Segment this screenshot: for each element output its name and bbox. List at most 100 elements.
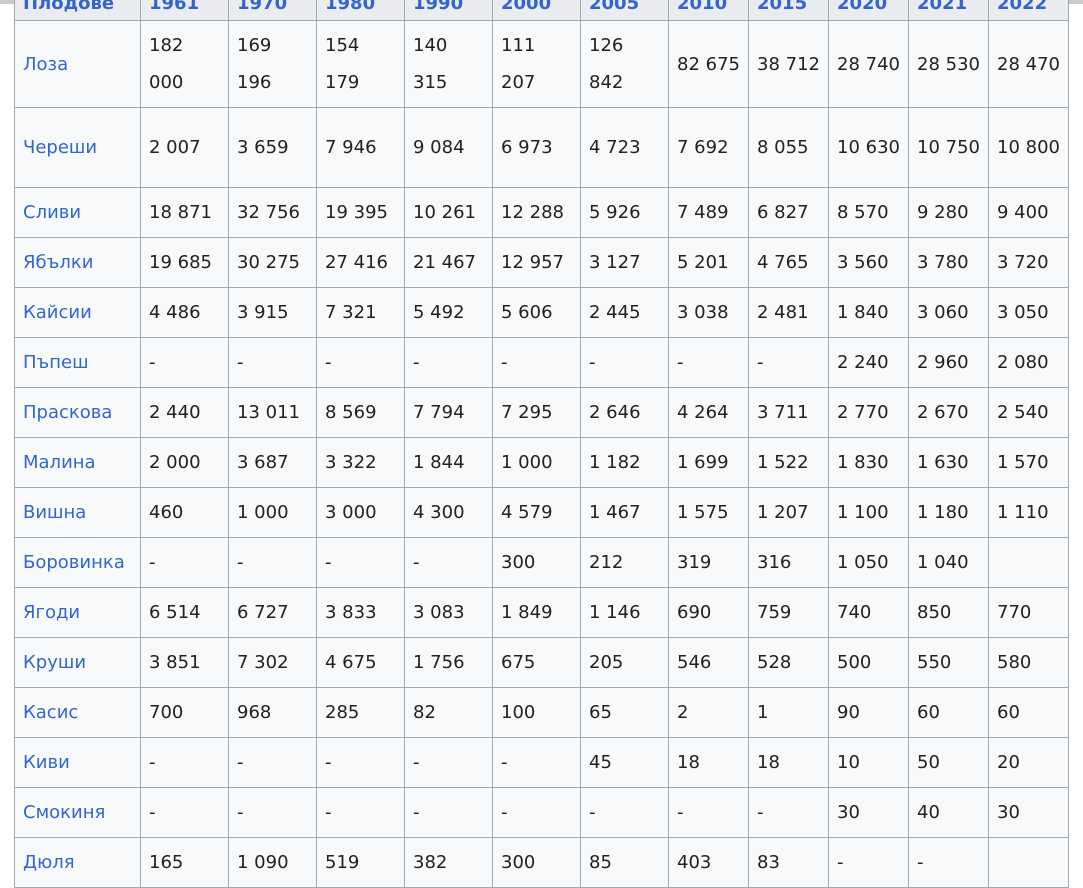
table-cell: 111 207: [492, 20, 581, 108]
table-cell: 3 127: [580, 237, 669, 288]
table-cell: 528: [748, 637, 829, 688]
table-cell: 3 322: [316, 437, 405, 488]
table-cell: -: [140, 537, 229, 588]
column-header-year[interactable]: 2020: [828, 0, 909, 21]
table-cell: 3 659: [228, 107, 317, 188]
table-cell: -: [580, 337, 669, 388]
fruit-link[interactable]: Кайсии: [14, 287, 141, 338]
table-row: Киви - - - - -45 18 18 10 50 20: [14, 737, 1069, 788]
table-cell: 12 288: [492, 187, 581, 238]
table-row: Круши 3 851 7 302 4 675 1 756 675 205 546 528 500…: [14, 637, 1069, 688]
table-cell: [988, 537, 1069, 588]
table-cell: 2 646: [580, 387, 669, 438]
table-cell: 550: [908, 637, 989, 688]
fruit-link[interactable]: Праскова: [14, 387, 141, 438]
table-cell: 20: [988, 737, 1069, 788]
table-cell: 3 851: [140, 637, 229, 688]
table-cell: 28 470: [988, 20, 1069, 108]
table-cell: 21 467: [404, 237, 493, 288]
table-cell: 205: [580, 637, 669, 688]
table-cell: -: [668, 787, 749, 838]
table-cell: 65: [580, 687, 669, 738]
table-cell: 182 000: [140, 20, 229, 108]
table-cell: -: [316, 537, 405, 588]
fruit-link[interactable]: Касис: [14, 687, 141, 738]
table-cell: 1 050: [828, 537, 909, 588]
table-cell: 45: [580, 737, 669, 788]
table-row: Пъпеш - - - - - - - -2 240 2 960 2 080: [14, 337, 1069, 388]
column-header-year[interactable]: 1961: [140, 0, 229, 21]
table-cell: 1 000: [492, 437, 581, 488]
fruit-link[interactable]: Смокиня: [14, 787, 141, 838]
table-cell: 50: [908, 737, 989, 788]
column-header-year[interactable]: 1990: [404, 0, 493, 21]
table-cell: 9 400: [988, 187, 1069, 238]
table-cell: 968: [228, 687, 317, 738]
table-cell: 18: [748, 737, 829, 788]
column-header-year[interactable]: 2022: [988, 0, 1069, 21]
table-cell: 1 522: [748, 437, 829, 488]
table-cell: 6 514: [140, 587, 229, 638]
table-cell: 4 300: [404, 487, 493, 538]
table-cell: -: [580, 787, 669, 838]
table-cell: 6 973: [492, 107, 581, 188]
fruit-link[interactable]: Киви: [14, 737, 141, 788]
fruit-link[interactable]: Ябълки: [14, 237, 141, 288]
fruit-link[interactable]: Череши: [14, 107, 141, 188]
fruit-link[interactable]: Ягоди: [14, 587, 141, 638]
fruit-link[interactable]: Сливи: [14, 187, 141, 238]
column-header-year[interactable]: 1970: [228, 0, 317, 21]
header-row: Плодове 1961 1970 1980 1990 2000 2005 20…: [14, 0, 1069, 21]
table-cell: 2 445: [580, 287, 669, 338]
table-cell: -: [228, 737, 317, 788]
table-cell: 700: [140, 687, 229, 738]
fruit-link[interactable]: Боровинка: [14, 537, 141, 588]
table-cell: 5 606: [492, 287, 581, 338]
table-cell: -: [492, 337, 581, 388]
fruit-link[interactable]: Вишна: [14, 487, 141, 538]
table-cell: 675: [492, 637, 581, 688]
fruit-link[interactable]: Дюля: [14, 837, 141, 888]
fruit-link[interactable]: Пъпеш: [14, 337, 141, 388]
table-cell: 13 011: [228, 387, 317, 438]
fruit-link[interactable]: Малина: [14, 437, 141, 488]
table-cell: 10 630: [828, 107, 909, 188]
column-header-year[interactable]: 2010: [668, 0, 749, 21]
column-header-year[interactable]: 1980: [316, 0, 405, 21]
fruit-link[interactable]: Круши: [14, 637, 141, 688]
fruit-link[interactable]: Лоза: [14, 20, 141, 108]
table-cell: 3 083: [404, 587, 493, 638]
table-cell: 2 000: [140, 437, 229, 488]
table-cell: 7 946: [316, 107, 405, 188]
table-cell: 30: [988, 787, 1069, 838]
column-header-year[interactable]: 2000: [492, 0, 581, 21]
table-cell: 32 756: [228, 187, 317, 238]
table-row: Смокиня - - - - - - - -30 40 30: [14, 787, 1069, 838]
table-cell: 3 833: [316, 587, 405, 638]
table-cell: 40: [908, 787, 989, 838]
table-cell: 19 395: [316, 187, 405, 238]
table-cell: -: [748, 337, 829, 388]
table-cell: 1 000: [228, 487, 317, 538]
column-header-fruit[interactable]: Плодове: [14, 0, 141, 21]
column-header-year[interactable]: 2015: [748, 0, 829, 21]
table-cell: 316: [748, 537, 829, 588]
table-cell: 126 842: [580, 20, 669, 108]
column-header-year[interactable]: 2021: [908, 0, 989, 21]
table-cell: 3 560: [828, 237, 909, 288]
table-cell: 169 196: [228, 20, 317, 108]
table-cell: 1 844: [404, 437, 493, 488]
table-cell: 10: [828, 737, 909, 788]
table-row: Малина 2 000 3 687 3 322 1 844 1 000 1 182 1 69…: [14, 437, 1069, 488]
table-cell: 7 302: [228, 637, 317, 688]
table-cell: 18 871: [140, 187, 229, 238]
table-cell: 85: [580, 837, 669, 888]
column-header-year[interactable]: 2005: [580, 0, 669, 21]
table-row: Вишна 460 1 000 3 000 4 300 4 579 1 467 1 575 1 …: [14, 487, 1069, 538]
table-cell: 519: [316, 837, 405, 888]
table-cell: -: [404, 737, 493, 788]
table-cell: 2 770: [828, 387, 909, 438]
table-row: Кайсии 4 486 3 915 7 321 5 492 5 606 2 445 3 03…: [14, 287, 1069, 338]
table-cell: [988, 837, 1069, 888]
table-cell: 212: [580, 537, 669, 588]
